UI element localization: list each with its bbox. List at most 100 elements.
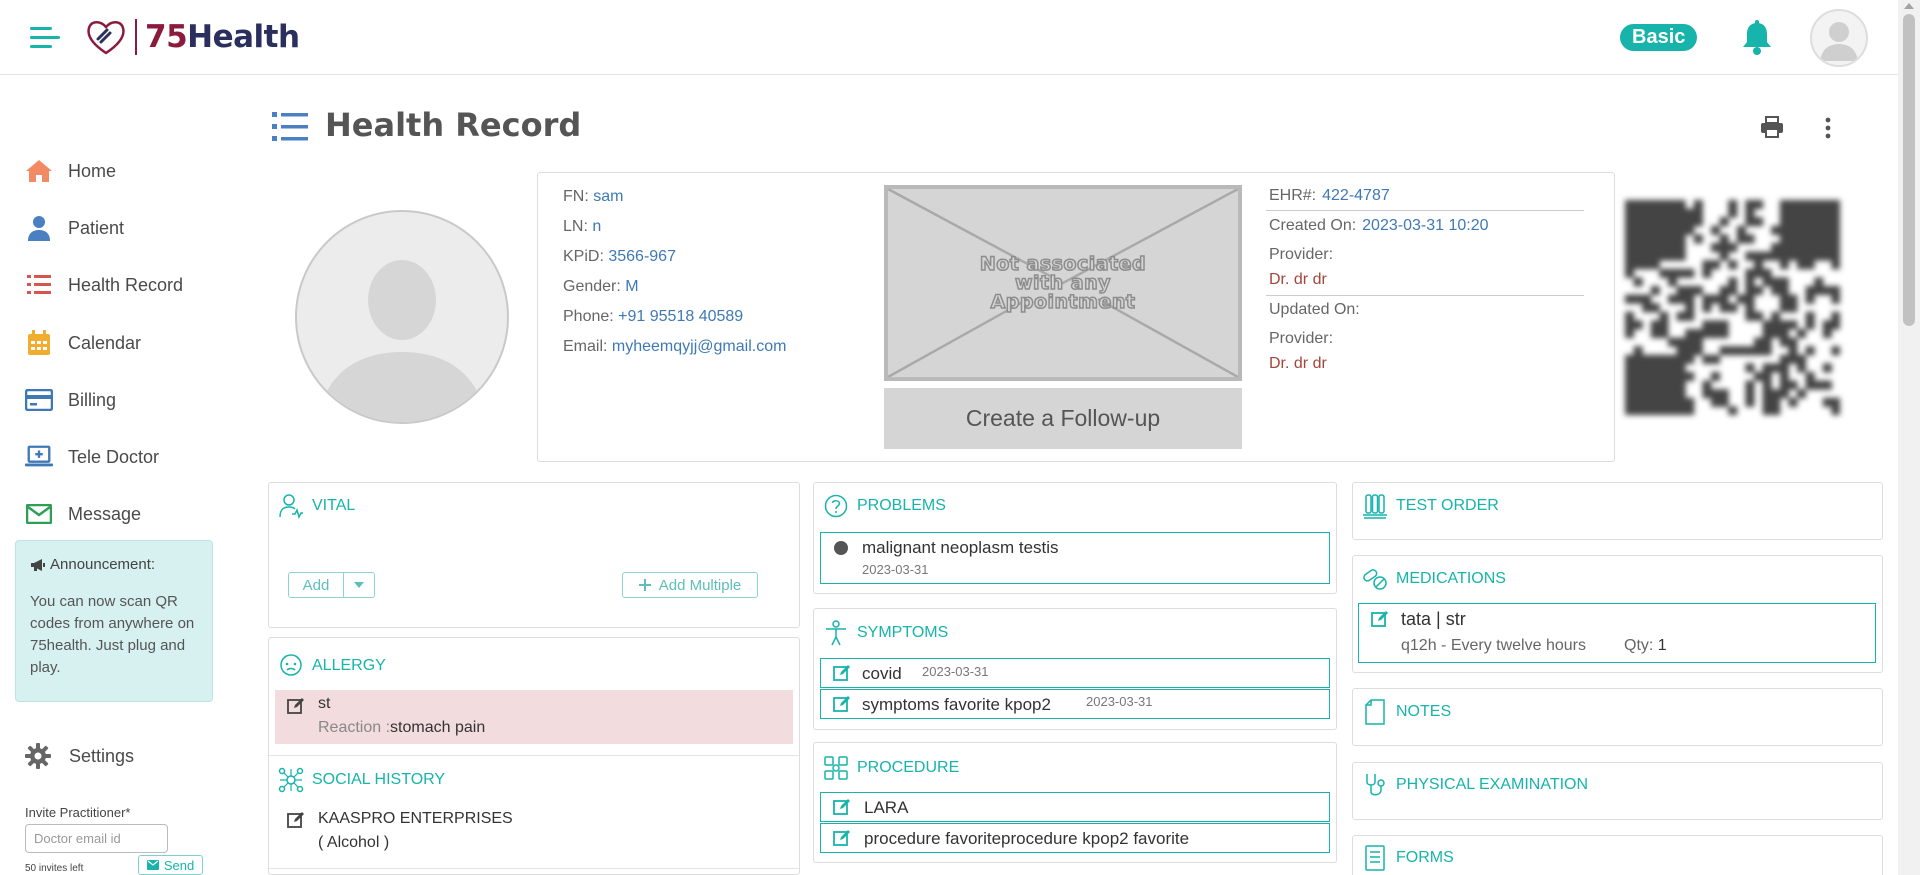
kpid-row: KPiD: 3566-967 — [563, 248, 676, 266]
edit-icon[interactable] — [833, 695, 851, 713]
edit-icon[interactable] — [833, 798, 851, 816]
page-title: Health Record — [325, 106, 582, 144]
procedure-item[interactable]: procedure favoriteprocedure kpop2 favori… — [820, 823, 1330, 853]
gender-row: Gender: M — [563, 278, 639, 296]
symptom-item[interactable]: symptoms favorite kpop2 2023-03-31 — [820, 689, 1330, 719]
user-avatar[interactable] — [1810, 9, 1868, 67]
send-invite-button[interactable]: Send — [138, 855, 203, 875]
phone: +91 95518 40589 — [618, 308, 744, 325]
sidebar-item-patient[interactable]: Patient — [25, 208, 215, 248]
social-network-icon — [278, 767, 304, 793]
sidebar-item-label: Tele Doctor — [68, 446, 160, 467]
announcement-body: You can now scan QR codes from anywhere … — [30, 593, 195, 676]
symptom-item[interactable]: covid 2023-03-31 — [820, 658, 1330, 688]
procedure-name: procedure favoriteprocedure kpop2 favori… — [864, 829, 1190, 848]
body-symptoms-icon — [823, 620, 849, 646]
updated-provider-label: Provider: — [1269, 330, 1334, 347]
created-provider-label: Provider: — [1269, 246, 1334, 263]
brand-number: 75 — [145, 19, 188, 55]
plus-icon — [638, 579, 651, 591]
edit-icon[interactable] — [833, 664, 851, 682]
brand-word: Health — [187, 19, 300, 55]
add-vital-dropdown[interactable] — [343, 572, 375, 598]
list-icon — [25, 271, 53, 299]
sidebar-item-home[interactable]: Home — [25, 151, 215, 191]
gender: M — [625, 278, 639, 295]
gender-label: Gender: — [563, 278, 621, 295]
edit-icon[interactable] — [287, 697, 305, 715]
medication-name: tata | str — [1401, 609, 1466, 629]
ehr-number: 422-4787 — [1322, 187, 1390, 204]
edit-icon[interactable] — [287, 811, 305, 829]
sidebar-item-message[interactable]: Message — [25, 494, 215, 534]
more-options-icon[interactable] — [1820, 116, 1836, 140]
sidebar-item-calendar[interactable]: Calendar — [25, 323, 215, 363]
question-circle-icon — [823, 493, 849, 519]
problem-date: 2023-03-31 — [862, 562, 929, 577]
sidebar: Home Patient Health Record Calendar Bill… — [0, 75, 225, 875]
sidebar-item-tele-doctor[interactable]: Tele Doctor — [25, 437, 215, 477]
pills-icon — [1362, 566, 1388, 592]
procedure-header: PROCEDURE — [823, 755, 959, 781]
medications-header[interactable]: MEDICATIONS — [1362, 566, 1506, 592]
problem-item[interactable]: malignant neoplasm testis 2023-03-31 — [820, 532, 1330, 584]
medication-item[interactable]: tata | str q12h - Every twelve hours Qty… — [1358, 603, 1876, 663]
symptom-name: covid — [862, 664, 902, 683]
email-label: Email: — [563, 338, 608, 355]
first-name-row: FN: sam — [563, 188, 623, 206]
edit-icon[interactable] — [833, 829, 851, 847]
create-follow-up-button[interactable]: Create a Follow-up — [884, 388, 1242, 449]
send-label: Send — [163, 857, 195, 873]
notification-bell-icon[interactable] — [1740, 20, 1774, 56]
home-icon — [25, 157, 53, 185]
add-vital-button[interactable]: Add — [288, 572, 344, 598]
created-date: 2023-03-31 10:20 — [1362, 217, 1489, 234]
notes-header[interactable]: NOTES — [1362, 699, 1451, 725]
add-multiple-vitals-button[interactable]: Add Multiple — [622, 572, 758, 598]
scroll-up-arrow-icon[interactable] — [1904, 3, 1914, 9]
vital-person-icon — [278, 493, 304, 519]
logo[interactable]: 75Health — [85, 16, 300, 58]
qr-code[interactable] — [1625, 200, 1840, 415]
vital-header: VITAL — [278, 493, 355, 519]
note-page-icon — [1362, 699, 1388, 725]
divider — [269, 755, 799, 756]
procedure-title: PROCEDURE — [857, 759, 960, 776]
last-name-row: LN: n — [563, 218, 601, 236]
plan-badge[interactable]: Basic — [1620, 24, 1698, 51]
email: myheemqyjj@gmail.com — [611, 338, 787, 355]
edit-icon[interactable] — [1371, 610, 1389, 628]
page-scrollbar[interactable] — [1898, 0, 1920, 875]
hamburger-menu-icon[interactable] — [30, 25, 62, 51]
logo-divider — [135, 19, 137, 55]
problem-name: malignant neoplasm testis — [862, 538, 1059, 557]
social-history-item[interactable]: KAASPRO ENTERPRISES — [318, 810, 513, 828]
sidebar-item-settings[interactable]: Settings — [25, 743, 134, 769]
announcement-title: Announcement: — [30, 556, 198, 573]
first-name: sam — [593, 188, 624, 205]
patient-photo[interactable] — [295, 210, 509, 424]
forms-header[interactable]: FORMS — [1362, 845, 1454, 871]
fn-label: FN: — [563, 188, 589, 205]
allergy-item[interactable]: st Reaction :stomach pain — [275, 690, 793, 744]
settings-label: Settings — [69, 745, 135, 766]
physical-examination-header[interactable]: PHYSICAL EXAMINATION — [1362, 772, 1588, 798]
created-on-row: Created On: 2023-03-31 10:20 — [1269, 217, 1488, 235]
scrollbar-thumb[interactable] — [1903, 14, 1915, 326]
heart-logo-icon — [85, 17, 127, 57]
email-row: Email: myheemqyjj@gmail.com — [563, 338, 786, 356]
invites-left-count: 50 invites left — [25, 863, 84, 874]
updated-provider: Dr. dr dr — [1269, 355, 1327, 372]
print-icon[interactable] — [1760, 116, 1784, 140]
allergy-reaction-row: Reaction :stomach pain — [318, 719, 485, 737]
sidebar-item-label: Message — [68, 503, 142, 524]
sidebar-item-label: Home — [68, 160, 117, 181]
ln-label: LN: — [563, 218, 588, 235]
envelope-icon — [146, 860, 159, 870]
sidebar-item-billing[interactable]: Billing — [25, 380, 215, 420]
medication-qty-row: Qty: 1 — [1624, 637, 1667, 655]
sidebar-item-health-record[interactable]: Health Record — [25, 265, 215, 305]
procedure-item[interactable]: LARA — [820, 792, 1330, 822]
test-order-header[interactable]: TEST ORDER — [1362, 493, 1499, 519]
doctor-email-input[interactable] — [25, 824, 168, 853]
